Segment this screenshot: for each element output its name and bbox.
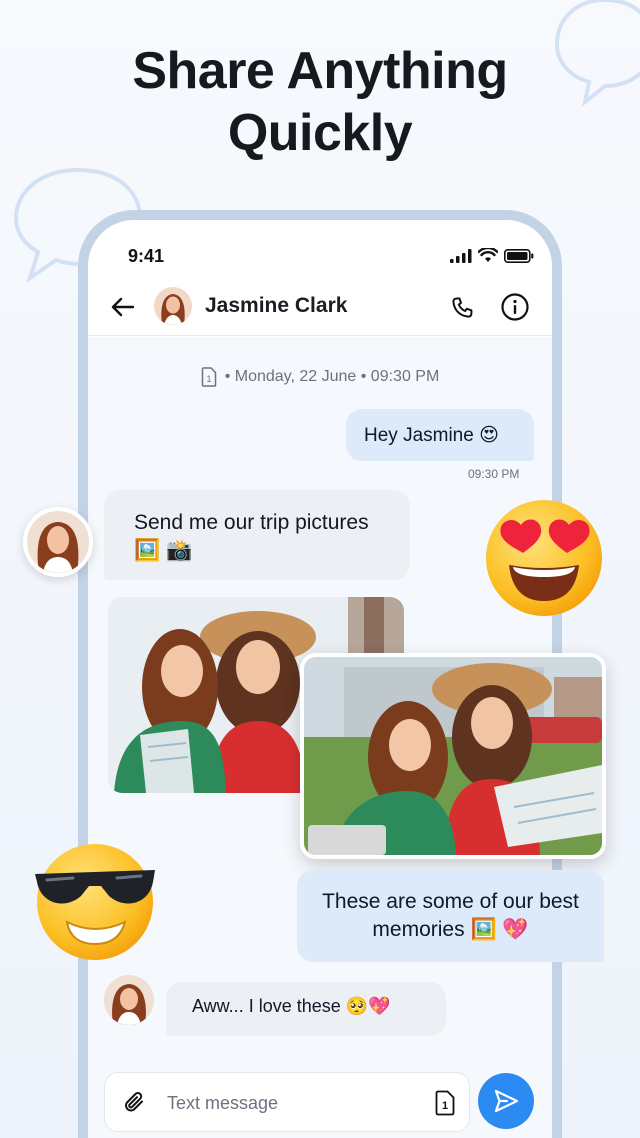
- sender-avatar[interactable]: [104, 975, 154, 1025]
- date-separator-text: • Monday, 22 June • 09:30 PM: [224, 368, 440, 385]
- sender-avatar[interactable]: [23, 507, 93, 577]
- message-incoming[interactable]: Send me our trip pictures 🖼️ 📸: [104, 490, 410, 580]
- status-icons: [450, 248, 534, 263]
- signal-icon: [450, 248, 472, 263]
- chat-header: Jasmine Clark: [88, 280, 552, 336]
- sunglasses-emoji-icon: [35, 844, 155, 960]
- wifi-icon: [478, 248, 498, 262]
- shared-photo-image: [304, 657, 602, 855]
- message-input[interactable]: [167, 1089, 417, 1117]
- message-outgoing[interactable]: These are some of our best memories 🖼️ 💖: [297, 870, 604, 962]
- paperclip-icon: [125, 1092, 143, 1112]
- avatar-image: [104, 975, 154, 1025]
- document-icon: 1: [435, 1090, 455, 1116]
- info-button[interactable]: [498, 290, 532, 324]
- page-headline: Share Anything Quickly: [0, 40, 640, 164]
- document-icon: 1: [201, 367, 216, 387]
- date-separator: 1 • Monday, 22 June • 09:30 PM: [88, 367, 552, 387]
- svg-text:1: 1: [442, 1100, 448, 1112]
- headline-line-1: Share Anything: [132, 42, 508, 100]
- send-button[interactable]: [478, 1073, 534, 1129]
- send-icon: [494, 1089, 519, 1113]
- shared-photo[interactable]: [300, 653, 606, 859]
- contact-avatar[interactable]: [154, 287, 192, 325]
- message-incoming[interactable]: Aww... I love these 🥺💖: [166, 982, 446, 1036]
- status-time: 9:41: [128, 246, 165, 266]
- document-button[interactable]: 1: [433, 1089, 457, 1117]
- avatar-image: [27, 511, 89, 573]
- back-button[interactable]: [108, 292, 138, 322]
- svg-text:1: 1: [206, 374, 211, 384]
- heart-eyes-emoji-icon: [486, 500, 602, 616]
- info-icon: [501, 293, 529, 321]
- phone-icon: [452, 297, 473, 318]
- message-outgoing[interactable]: Hey Jasmine 😍: [346, 409, 534, 461]
- attach-button[interactable]: [119, 1087, 151, 1119]
- headline-line-2: Quickly: [227, 104, 413, 162]
- avatar-image: [154, 287, 192, 325]
- contact-name[interactable]: Jasmine Clark: [205, 294, 347, 318]
- back-arrow-icon: [111, 297, 135, 317]
- message-composer: 1: [104, 1072, 470, 1132]
- battery-icon: [504, 248, 534, 263]
- message-timestamp: 09:30 PM: [468, 467, 520, 481]
- call-button[interactable]: [446, 292, 478, 324]
